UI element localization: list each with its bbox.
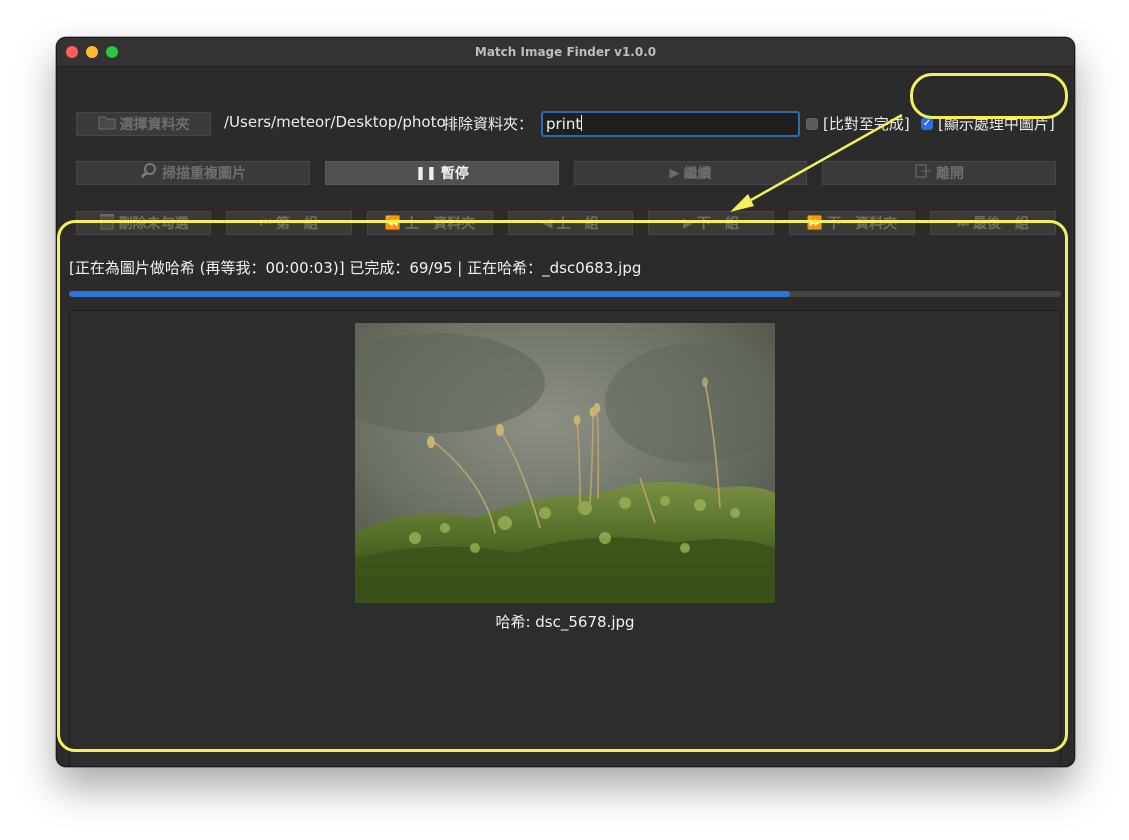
delete-unchecked-label: 刪除未勾選 [118,216,189,232]
next-group-button[interactable]: ▶ 下一組 [648,211,774,235]
next-icon: ▶ [683,215,693,231]
main-content: 選擇資料夾 /Users/meteor/Desktop/photo 排除資料夾：… [57,67,1074,766]
status-text: [正在為圖片做哈希 (再等我：00:00:03)] 已完成：69/95 | 正在… [69,259,642,277]
show-processing-label[interactable]: [顯示處理中圖片] [938,113,1055,134]
scan-duplicates-button[interactable]: 掃描重複圖片 [76,161,310,185]
first-group-label: 第一組 [275,216,318,232]
exclude-folder-input[interactable]: print [541,111,800,137]
magnifier-icon [140,162,158,184]
window-title: Match Image Finder v1.0.0 [474,45,657,59]
last-group-label: 最後一組 [972,216,1029,232]
skip-last-icon: ⏭ [957,215,969,231]
first-group-button[interactable]: ⏮ 第一組 [226,211,352,235]
preview-image [355,323,775,603]
continue-button[interactable]: ▶ 繼續 [574,161,807,185]
pause-button[interactable]: ❚❚ 暫停 [325,161,559,185]
compare-to-end-checkbox[interactable] [806,118,818,130]
exit-icon [914,163,932,183]
fast-forward-icon: ⏩ [806,215,824,231]
title-bar: Match Image Finder v1.0.0 [57,38,1074,67]
prev-icon: ◀ [542,215,553,231]
folder-path: /Users/meteor/Desktop/photo [224,113,446,131]
leave-label: 離開 [936,166,964,182]
select-folder-label: 選擇資料夾 [119,117,190,133]
preview-caption: 哈希: dsc_5678.jpg [495,613,635,631]
next-folder-label: 下一資料夾 [827,216,898,232]
trash-icon [99,212,115,234]
folder-icon [98,114,116,134]
progress-fill [69,291,790,297]
progress-bar [69,291,1061,297]
app-window: Match Image Finder v1.0.0 選擇資料夾 /Users/m… [56,37,1075,767]
skip-first-icon: ⏮ [260,215,272,231]
image-preview-panel: 哈希: dsc_5678.jpg [69,310,1061,766]
rewind-icon: ⏪ [384,215,402,231]
last-group-button[interactable]: ⏭ 最後一組 [930,211,1056,235]
continue-label: 繼續 [683,166,712,182]
exclude-folder-label: 排除資料夾： [443,115,534,133]
pause-icon: ❚❚ [415,165,437,181]
delete-unchecked-button[interactable]: 刪除未勾選 [76,211,211,235]
leave-button[interactable]: 離開 [822,161,1056,185]
prev-group-button[interactable]: ◀ 上一組 [508,211,633,235]
prev-folder-button[interactable]: ⏪ 上一資料夾 [367,211,493,235]
text-cursor [581,115,583,131]
exclude-folder-value: print [546,115,582,133]
compare-to-end-label[interactable]: [比對至完成] [823,113,910,134]
scan-duplicates-label: 掃描重複圖片 [162,166,246,182]
prev-group-label: 上一組 [556,216,599,232]
prev-folder-label: 上一資料夾 [405,216,476,232]
pause-label: 暫停 [440,166,469,182]
show-processing-checkbox[interactable]: ✓ [921,118,933,130]
next-group-label: 下一組 [697,216,739,232]
select-folder-button[interactable]: 選擇資料夾 [76,112,211,136]
next-folder-button[interactable]: ⏩ 下一資料夾 [789,211,915,235]
play-icon: ▶ [669,165,680,181]
